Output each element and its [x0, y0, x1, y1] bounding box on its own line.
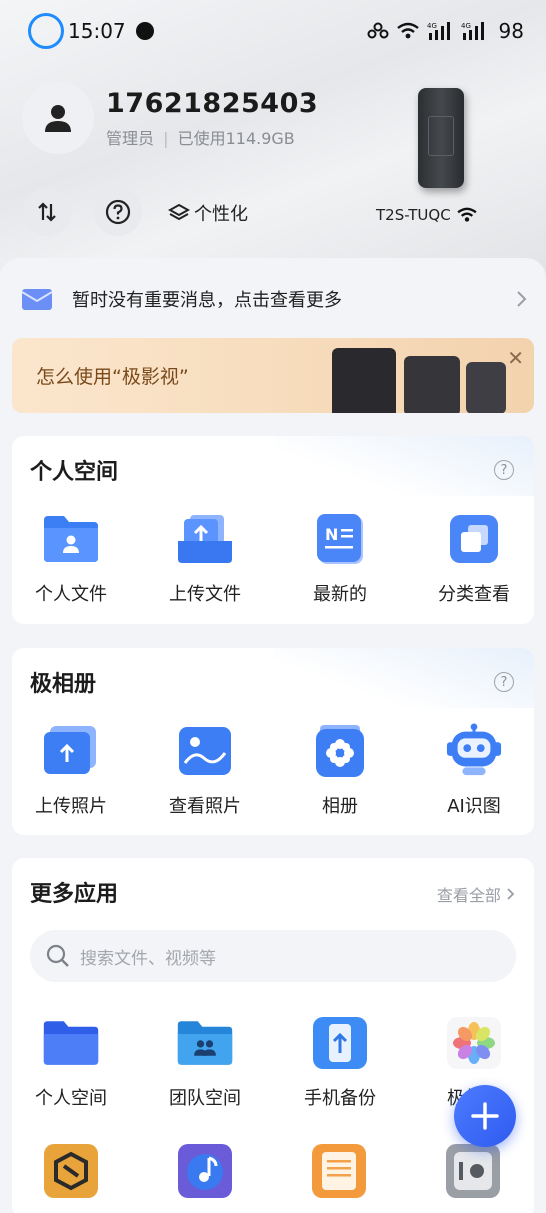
personalize-label: 个性化: [194, 204, 248, 225]
personal-space-help-icon[interactable]: ?: [494, 460, 514, 480]
user-role: 管理员: [106, 128, 155, 148]
view-photos-item[interactable]: 查看照片: [140, 722, 270, 818]
upload-photos-item[interactable]: 上传照片: [12, 722, 136, 818]
album-card: 极相册 ? 上传照片 查看照片 相册 AI识图: [12, 648, 534, 835]
device-name-row[interactable]: T2S-TUQC: [376, 206, 477, 224]
app-personal-space[interactable]: 个人空间: [12, 1014, 136, 1110]
hotspot-icon: [367, 22, 389, 39]
notification-dot-icon: [135, 22, 154, 40]
search-placeholder: 搜索文件、视频等: [80, 948, 216, 969]
nas-device-image[interactable]: [418, 88, 464, 188]
loading-ring-icon: [28, 13, 64, 49]
banner-phone-mock-2: [404, 356, 460, 413]
upload-file-icon: [176, 510, 234, 568]
app-personal-space-label: 个人空间: [35, 1088, 107, 1109]
category-label: 分类查看: [438, 584, 510, 605]
personalize-button[interactable]: 个性化: [168, 200, 248, 226]
folder-icon: [42, 1014, 100, 1072]
battery-level: 98: [498, 19, 524, 43]
app-team-space-label: 团队空间: [169, 1088, 241, 1109]
view-photos-label: 查看照片: [169, 796, 241, 817]
personal-files-label: 个人文件: [35, 584, 107, 605]
search-icon: [46, 944, 69, 967]
personal-space-card: 个人空间 ? 个人文件 上传文件 N 最新的 分类查看: [12, 436, 534, 624]
album-item[interactable]: 相册: [275, 722, 405, 818]
category-icon: [445, 510, 503, 568]
user-profile[interactable]: 17621825403 管理员 | 已使用114.9GB: [22, 82, 318, 154]
transfer-icon: [38, 202, 56, 222]
personal-files-item[interactable]: 个人文件: [12, 510, 136, 606]
svg-text:4G: 4G: [461, 22, 471, 30]
more-apps-title: 更多应用: [30, 882, 119, 907]
ai-recognition-item[interactable]: AI识图: [409, 722, 534, 818]
app-row2-item-3[interactable]: [310, 1142, 368, 1200]
svg-text:4G: 4G: [427, 22, 437, 30]
app-row2-item-4[interactable]: [444, 1142, 502, 1200]
message-row[interactable]: 暂时没有重要消息，点击查看更多: [22, 284, 528, 314]
phone-backup-icon: [311, 1014, 369, 1072]
music-icon: [178, 1144, 232, 1198]
app-row2-item-1[interactable]: [42, 1142, 100, 1200]
album-icon: [311, 722, 369, 780]
add-fab-button[interactable]: [454, 1085, 516, 1147]
upload-files-label: 上传文件: [169, 584, 241, 605]
see-all-label: 查看全部: [436, 886, 501, 905]
team-folder-icon: [176, 1014, 234, 1072]
app-hex-icon: [44, 1144, 98, 1198]
safe-icon: [446, 1144, 500, 1198]
device-name: T2S-TUQC: [376, 206, 451, 224]
svg-text:N: N: [325, 525, 338, 544]
question-icon: [105, 199, 131, 225]
app-phone-backup-label: 手机备份: [304, 1088, 376, 1109]
personal-space-title: 个人空间: [30, 460, 119, 485]
album-help-icon[interactable]: ?: [494, 672, 514, 692]
message-text: 暂时没有重要消息，点击查看更多: [72, 290, 342, 311]
signal-icon-2: 4G: [461, 22, 484, 40]
upload-files-item[interactable]: 上传文件: [140, 510, 270, 606]
ai-recognition-label: AI识图: [447, 796, 501, 817]
transfer-button[interactable]: [23, 188, 71, 236]
album-title: 极相册: [30, 672, 97, 697]
banner-phone-mock-3: [466, 362, 506, 413]
recent-item[interactable]: N 最新的: [275, 510, 405, 606]
ai-robot-icon: [445, 722, 503, 780]
mail-icon: [22, 289, 52, 310]
personal-folder-icon: [42, 510, 100, 568]
plus-icon: [471, 1102, 499, 1130]
category-item[interactable]: 分类查看: [409, 510, 534, 606]
guide-banner[interactable]: 怎么使用“极影视” ✕: [12, 338, 534, 413]
notes-icon: [312, 1144, 366, 1198]
wifi-icon: [396, 22, 419, 39]
signal-icon-1: 4G: [427, 22, 450, 40]
recent-label: 最新的: [313, 584, 367, 605]
upload-photo-icon: [42, 722, 100, 780]
search-input[interactable]: 搜索文件、视频等: [30, 930, 516, 982]
storage-usage: 已使用114.9GB: [177, 128, 295, 148]
user-icon: [45, 105, 71, 132]
chevron-right-icon: [517, 291, 527, 307]
app-row2-item-2[interactable]: [176, 1142, 234, 1200]
more-apps-card: 更多应用 查看全部 搜索文件、视频等 个人空间 团队空间 手机备份: [12, 858, 534, 1213]
banner-close-button[interactable]: ✕: [507, 346, 524, 370]
status-bar: 15:07 4G 4G 98: [0, 0, 546, 62]
album-label: 相册: [322, 796, 358, 817]
banner-phone-mock-1: [332, 348, 396, 413]
device-wifi-icon: [457, 207, 477, 222]
user-phone: 17621825403: [106, 87, 319, 119]
upload-photos-label: 上传照片: [35, 796, 107, 817]
app-team-space[interactable]: 团队空间: [140, 1014, 270, 1110]
layers-icon: [168, 203, 190, 221]
recent-notes-icon: N: [311, 510, 369, 568]
avatar[interactable]: [22, 82, 94, 154]
status-time: 15:07: [68, 19, 126, 43]
photos-icon: [445, 1014, 503, 1072]
see-all-chevron-icon: [507, 888, 515, 900]
view-photo-icon: [176, 722, 234, 780]
help-button[interactable]: [94, 188, 142, 236]
app-phone-backup[interactable]: 手机备份: [275, 1014, 405, 1110]
banner-text: 怎么使用“极影视”: [36, 366, 189, 388]
see-all-link[interactable]: 查看全部: [437, 882, 516, 906]
